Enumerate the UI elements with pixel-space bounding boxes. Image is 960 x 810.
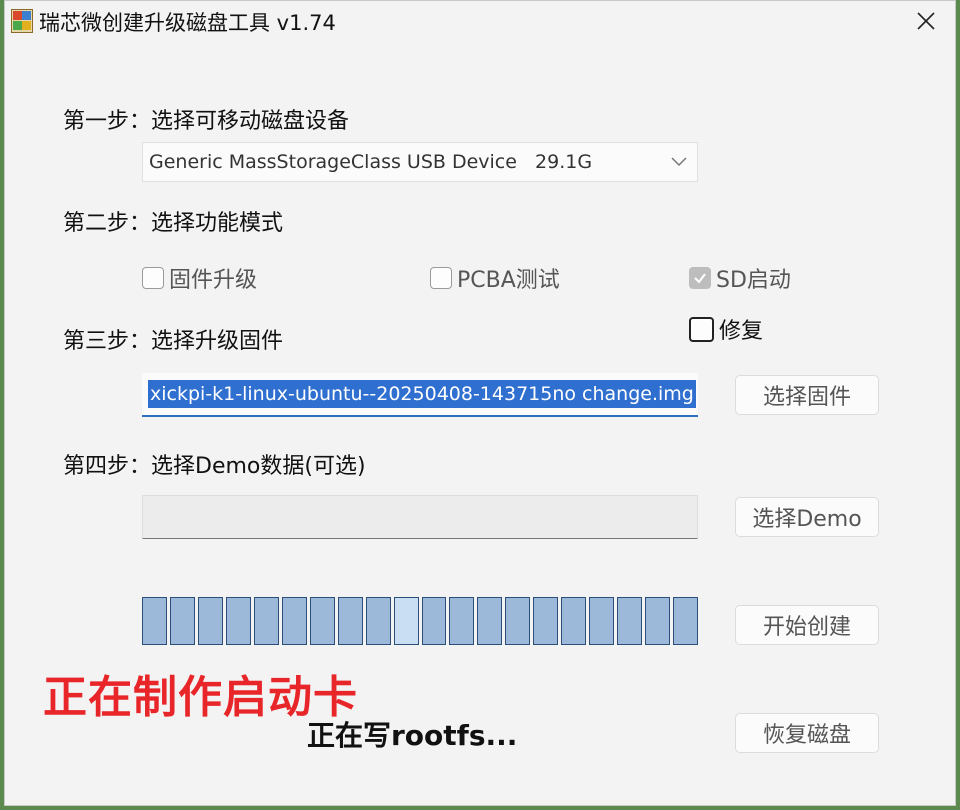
chevron-down-icon: [671, 157, 687, 167]
mode-firmware-upgrade[interactable]: 固件升级: [142, 262, 257, 294]
sd-boot-checkbox[interactable]: [689, 267, 711, 289]
choose-firmware-button[interactable]: 选择固件: [735, 375, 879, 415]
window-title: 瑞芯微创建升级磁盘工具 v1.74: [39, 11, 336, 35]
device-select[interactable]: Generic MassStorageClass USB Device 29.1…: [142, 142, 698, 182]
firmware-path-input[interactable]: xickpi-k1-linux-ubuntu--20250408-143715n…: [142, 373, 698, 417]
progress-segment: [142, 597, 167, 645]
demo-path-input[interactable]: [142, 495, 698, 539]
step4-label: 第四步：选择Demo数据(可选): [63, 454, 366, 479]
progress-segment: [645, 597, 671, 645]
sd-boot-label: SD启动: [716, 268, 791, 293]
progress-segment: [309, 597, 335, 645]
progress-segment: [561, 597, 587, 645]
choose-demo-button[interactable]: 选择Demo: [735, 497, 879, 537]
progress-segment: [421, 597, 447, 645]
progress-segment: [337, 597, 363, 645]
progress-segment: [477, 597, 503, 645]
progress-segment: [169, 597, 195, 645]
close-icon: [917, 12, 935, 30]
progress-segment: [281, 597, 307, 645]
progress-segment: [197, 597, 223, 645]
repair-checkbox[interactable]: [689, 316, 714, 342]
progress-segment: [253, 597, 279, 645]
close-button[interactable]: [897, 1, 955, 41]
step1-label: 第一步：选择可移动磁盘设备: [63, 109, 350, 134]
step3-label: 第三步：选择升级固件: [63, 329, 284, 354]
progress-segment: [449, 597, 475, 645]
progress-segment: [533, 597, 559, 645]
step2-label: 第二步：选择功能模式: [63, 211, 284, 236]
repair-label: 修复: [719, 319, 764, 344]
pcba-test-label: PCBA测试: [457, 268, 560, 293]
mode-repair[interactable]: 修复: [689, 313, 763, 345]
title-bar: 瑞芯微创建升级磁盘工具 v1.74: [5, 1, 955, 41]
progress-segment: [617, 597, 643, 645]
app-icon: [11, 9, 33, 33]
progress-segment: [393, 597, 419, 645]
mode-sd-boot[interactable]: SD启动: [689, 262, 791, 294]
checkmark-icon: [694, 273, 706, 284]
pcba-test-checkbox[interactable]: [430, 267, 452, 289]
app-window: 瑞芯微创建升级磁盘工具 v1.74 第一步：选择可移动磁盘设备 Generic …: [4, 0, 956, 806]
restore-disk-button[interactable]: 恢复磁盘: [735, 713, 879, 753]
start-create-button[interactable]: 开始创建: [735, 605, 879, 645]
progress-segment: [589, 597, 615, 645]
progress-segment: [673, 597, 699, 645]
device-select-value: Generic MassStorageClass USB Device 29.1…: [149, 151, 593, 173]
progress-segment: [365, 597, 391, 645]
firmware-upgrade-checkbox[interactable]: [142, 267, 164, 289]
progress-segment: [505, 597, 531, 645]
firmware-upgrade-label: 固件升级: [169, 268, 258, 293]
firmware-path-text: xickpi-k1-linux-ubuntu--20250408-143715n…: [148, 380, 696, 408]
progress-bar: [142, 597, 699, 645]
status-message: 正在写rootfs...: [307, 719, 518, 752]
progress-segment: [225, 597, 251, 645]
mode-pcba-test[interactable]: PCBA测试: [430, 262, 560, 294]
